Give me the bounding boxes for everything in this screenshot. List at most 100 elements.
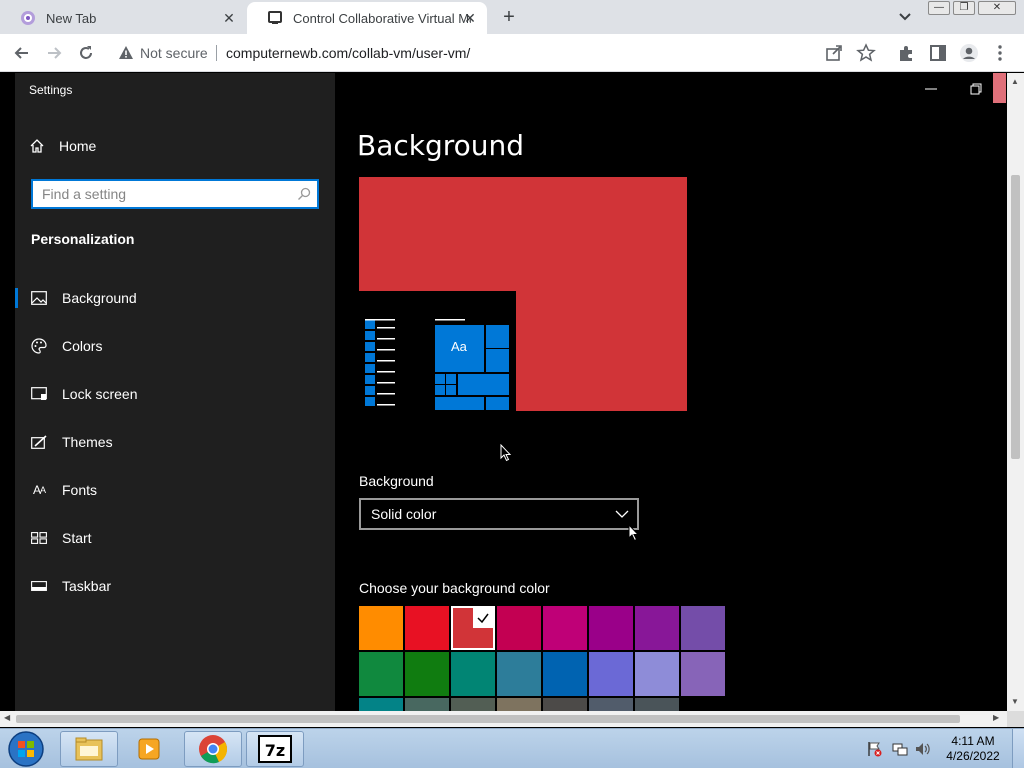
bookmark-star-icon[interactable]: [856, 43, 876, 63]
window-close-button[interactable]: ✕: [978, 1, 1016, 15]
color-swatch[interactable]: [405, 606, 449, 650]
color-swatch[interactable]: [681, 652, 725, 696]
sidebar-item-label: Start: [62, 530, 92, 546]
page-horizontal-scrollbar[interactable]: ◀ ▶: [0, 711, 1007, 727]
color-swatch[interactable]: [589, 606, 633, 650]
sidebar-item-background[interactable]: Background: [15, 278, 335, 318]
window-restore-button[interactable]: ❐: [953, 1, 975, 15]
color-swatch[interactable]: [451, 698, 495, 711]
back-arrow-icon[interactable]: [12, 43, 32, 63]
tab-new-tab[interactable]: New Tab ✕: [0, 2, 246, 34]
start-icon: [31, 532, 47, 544]
share-icon[interactable]: [824, 43, 844, 63]
page-title: Background: [357, 129, 525, 162]
show-desktop-button[interactable]: [1012, 729, 1024, 768]
taskbar-media-player[interactable]: [122, 731, 180, 767]
color-swatch[interactable]: [543, 606, 587, 650]
color-swatch[interactable]: [359, 698, 403, 711]
sidebar-item-lock-screen[interactable]: Lock screen: [15, 374, 335, 414]
color-swatch[interactable]: [635, 606, 679, 650]
new-tab-button[interactable]: +: [498, 6, 520, 28]
tab-collab-vm[interactable]: Control Collaborative Virtual Ma ✕: [247, 2, 487, 34]
lock-screen-icon: [31, 387, 47, 400]
sidebar-item-label: Fonts: [62, 482, 98, 498]
taskbar-icon: [31, 581, 47, 591]
color-swatch[interactable]: [543, 698, 587, 711]
profile-avatar-icon[interactable]: [959, 43, 979, 63]
sidebar-item-label: Lock screen: [62, 386, 138, 402]
search-icon[interactable]: [297, 187, 311, 201]
color-swatch[interactable]: [359, 606, 403, 650]
taskbar-explorer[interactable]: [60, 731, 118, 767]
taskbar-chrome[interactable]: [184, 731, 242, 767]
tab-search-chevron-icon[interactable]: [896, 8, 914, 26]
color-swatch[interactable]: [681, 606, 725, 650]
taskbar-7zip[interactable]: 7z: [246, 731, 304, 767]
settings-content-pane: Background Aa Background Solid color Cho…: [335, 73, 1006, 711]
color-swatch[interactable]: [497, 652, 541, 696]
color-swatch[interactable]: [635, 652, 679, 696]
settings-restore-icon[interactable]: [964, 79, 988, 99]
windows-taskbar: 7z 4:11 AM 4/26/2022: [0, 728, 1024, 768]
sidebar-item-label: Themes: [62, 434, 113, 450]
themes-icon: [31, 435, 47, 449]
find-setting-search-box[interactable]: [31, 179, 319, 209]
home-icon: [30, 139, 44, 153]
settings-window: Settings Home Personalization Background…: [15, 73, 1006, 711]
settings-sidebar: Settings Home Personalization Background…: [15, 73, 335, 711]
mouse-cursor-icon: [500, 444, 512, 462]
side-panel-icon[interactable]: [928, 43, 948, 63]
vertical-scroll-thumb[interactable]: [1011, 175, 1020, 459]
close-button-edge[interactable]: [993, 73, 1006, 103]
fonts-icon: AA: [32, 483, 46, 497]
background-color-label: Choose your background color: [359, 580, 550, 596]
reload-icon[interactable]: [76, 43, 96, 63]
color-swatch[interactable]: [635, 698, 679, 711]
sidebar-item-fonts[interactable]: AA Fonts: [15, 470, 335, 510]
color-swatch[interactable]: [451, 652, 495, 696]
scroll-down-arrow-icon[interactable]: ▼: [1011, 697, 1019, 706]
action-center-flag-icon[interactable]: [866, 741, 882, 757]
color-swatch[interactable]: [589, 698, 633, 711]
close-tab-icon[interactable]: ✕: [461, 9, 479, 27]
start-orb-icon[interactable]: [6, 730, 46, 768]
home-nav-item[interactable]: Home: [29, 135, 96, 157]
new-tab-favicon-icon: [21, 11, 35, 25]
page-vertical-scrollbar[interactable]: ▲ ▼: [1007, 73, 1024, 712]
color-swatch[interactable]: [405, 652, 449, 696]
sidebar-item-colors[interactable]: Colors: [15, 326, 335, 366]
find-setting-input[interactable]: [33, 181, 283, 207]
color-swatch[interactable]: [405, 698, 449, 711]
close-tab-icon[interactable]: ✕: [220, 9, 238, 27]
extensions-puzzle-icon[interactable]: [896, 43, 916, 63]
forward-arrow-icon[interactable]: [44, 43, 64, 63]
url-text[interactable]: computernewb.com/collab-vm/user-vm/: [226, 45, 470, 61]
color-swatch[interactable]: [497, 698, 541, 711]
network-icon[interactable]: [892, 741, 908, 757]
scroll-left-arrow-icon[interactable]: ◀: [4, 713, 10, 722]
svg-text:7z: 7z: [265, 741, 285, 760]
color-swatch[interactable]: [451, 606, 495, 650]
sidebar-item-themes[interactable]: Themes: [15, 422, 335, 462]
scroll-right-arrow-icon[interactable]: ▶: [993, 713, 999, 722]
color-swatch[interactable]: [497, 606, 541, 650]
taskbar-clock[interactable]: 4:11 AM 4/26/2022: [938, 734, 1008, 764]
window-minimize-button[interactable]: —: [928, 1, 950, 15]
address-bar[interactable]: Not secure computernewb.com/collab-vm/us…: [110, 39, 886, 67]
volume-speaker-icon[interactable]: [914, 741, 930, 757]
chevron-down-icon: [615, 510, 629, 518]
background-type-dropdown[interactable]: Solid color: [359, 498, 639, 530]
color-swatch[interactable]: [359, 652, 403, 696]
color-swatch[interactable]: [589, 652, 633, 696]
settings-minimize-icon[interactable]: [919, 79, 943, 99]
sidebar-item-start[interactable]: Start: [15, 518, 335, 558]
selected-check-icon: [473, 608, 493, 628]
sidebar-item-taskbar[interactable]: Taskbar: [15, 566, 335, 606]
horizontal-scroll-thumb[interactable]: [16, 715, 960, 723]
section-heading: Personalization: [31, 231, 135, 247]
background-preview: [359, 177, 687, 411]
browser-menu-kebab-icon[interactable]: [994, 43, 1006, 63]
warning-triangle-icon[interactable]: [118, 45, 134, 61]
scroll-up-arrow-icon[interactable]: ▲: [1011, 77, 1019, 86]
color-swatch[interactable]: [543, 652, 587, 696]
